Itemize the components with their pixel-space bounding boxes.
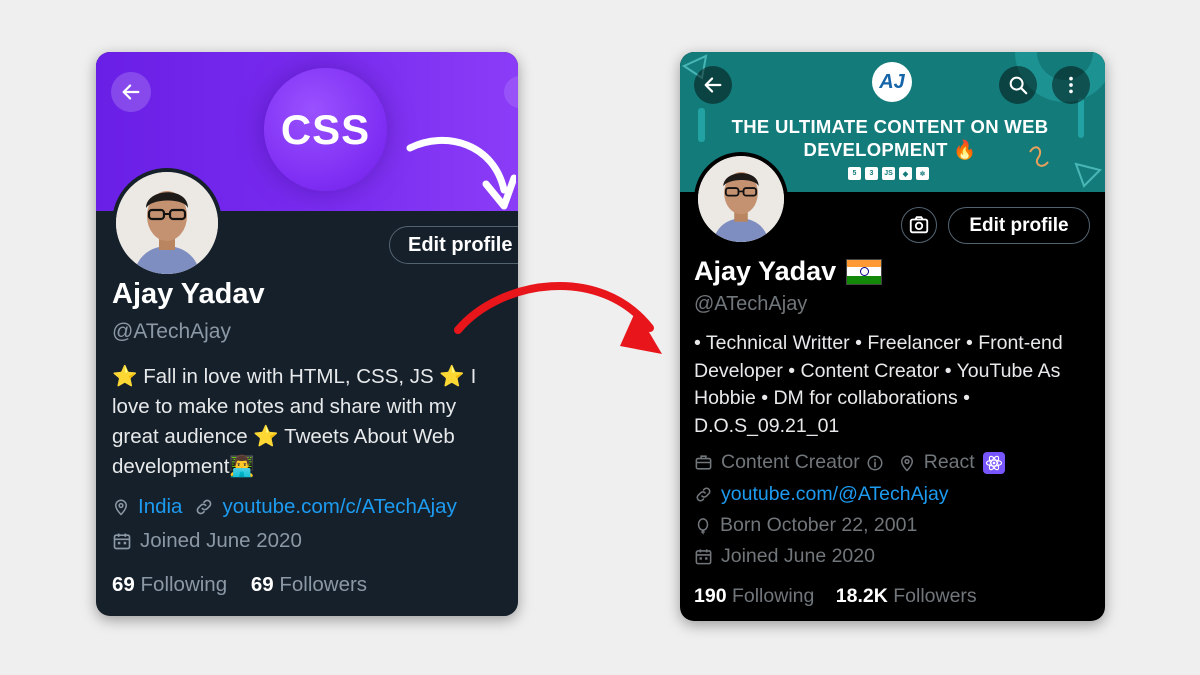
- banner-headline: THE ULTIMATE CONTENT ON WEB DEVELOPMENT …: [731, 116, 1049, 160]
- curved-arrow-icon: [406, 137, 516, 210]
- back-button[interactable]: [694, 66, 732, 104]
- joined-row: Joined June 2020: [694, 545, 875, 568]
- calendar-icon: [694, 547, 713, 566]
- followers-count: 18.2K: [835, 585, 888, 607]
- location-pin-icon: [898, 453, 916, 473]
- avatar[interactable]: [112, 168, 222, 278]
- profile-bio: ⭐ Fall in love with HTML, CSS, JS ⭐ I lo…: [112, 365, 477, 478]
- followers-label: Followers: [279, 573, 368, 596]
- link-icon: [194, 497, 214, 517]
- brand-logo: AJ: [872, 62, 912, 102]
- avatar[interactable]: [694, 152, 788, 246]
- category-row: Content Creator React: [694, 451, 1005, 474]
- camera-icon: [909, 216, 929, 234]
- following-label: Following: [140, 573, 228, 596]
- back-button[interactable]: [111, 72, 151, 112]
- profile-name: Ajay Yadav: [112, 278, 265, 310]
- profile-bio: • Technical Writter • Freelancer • Front…: [694, 332, 1063, 437]
- new-profile-card: AJ THE ULTIMATE CONTENT ON WEB DEVELOPME…: [680, 52, 1105, 621]
- followers-label: Followers: [893, 585, 977, 607]
- balloon-icon: [694, 516, 712, 536]
- profile-handle: @ATechAjay: [694, 293, 808, 315]
- follow-stats: 69 Following 69 Followers: [112, 573, 367, 597]
- website-link[interactable]: youtube.com/c/ATechAjay: [222, 495, 456, 519]
- born-date: Born October 22, 2001: [720, 514, 918, 536]
- react-atom-icon: [982, 451, 1005, 474]
- search-icon: [1009, 76, 1028, 95]
- following-link[interactable]: 69 Following: [112, 573, 227, 596]
- info-icon[interactable]: [866, 454, 884, 472]
- react-icon: ⚛: [916, 167, 929, 180]
- profile-meta-row: India youtube.com/c/ATechAjay: [112, 495, 457, 519]
- calendar-icon: [112, 531, 132, 551]
- profile-name: Ajay Yadav: [694, 256, 837, 286]
- search-button[interactable]: [999, 66, 1037, 104]
- joined-row: Joined June 2020: [112, 529, 302, 553]
- followers-count: 69: [250, 573, 274, 596]
- location-link[interactable]: India: [138, 495, 182, 519]
- link-icon: [694, 485, 713, 504]
- following-count: 190: [694, 585, 727, 607]
- location-pin-icon: [112, 497, 130, 517]
- website-link[interactable]: youtube.com/@ATechAjay: [721, 483, 949, 506]
- edit-profile-button[interactable]: Edit profile: [389, 226, 518, 264]
- professional-tools-button[interactable]: [901, 207, 937, 243]
- back-arrow-icon: [122, 84, 140, 100]
- avatar-photo: [116, 172, 218, 274]
- category-label: Content Creator: [721, 451, 860, 473]
- html-icon: 5: [848, 167, 861, 180]
- css-icon: 3: [865, 167, 878, 180]
- avatar-photo: [698, 156, 784, 242]
- css-badge: CSS: [264, 68, 387, 191]
- red-arrow-icon: [454, 282, 662, 354]
- more-button[interactable]: [1052, 66, 1090, 104]
- followers-link[interactable]: 69 Followers: [251, 573, 367, 596]
- follow-stats: 190 Following 18.2K Followers: [694, 585, 977, 608]
- followers-link[interactable]: 18.2K Followers: [836, 585, 977, 607]
- git-icon: ◆: [899, 167, 912, 180]
- more-vertical-icon: [1069, 76, 1073, 94]
- tech-icons: 5 3 JS ◆ ⚛: [848, 167, 929, 180]
- briefcase-icon: [694, 453, 713, 472]
- joined-date: Joined June 2020: [140, 529, 302, 552]
- back-arrow-icon: [704, 77, 722, 93]
- profile-handle: @ATechAjay: [112, 320, 231, 343]
- profile-name-row: Ajay Yadav: [694, 256, 883, 287]
- joined-date: Joined June 2020: [721, 545, 875, 567]
- location-label: React: [923, 451, 975, 473]
- following-link[interactable]: 190 Following: [694, 585, 814, 607]
- born-row: Born October 22, 2001: [694, 514, 917, 537]
- following-count: 69: [112, 573, 135, 596]
- edit-profile-button[interactable]: Edit profile: [948, 207, 1090, 244]
- js-icon: JS: [882, 167, 895, 180]
- website-row: youtube.com/@ATechAjay: [694, 483, 949, 506]
- following-label: Following: [731, 585, 815, 607]
- india-flag-icon: [846, 258, 883, 285]
